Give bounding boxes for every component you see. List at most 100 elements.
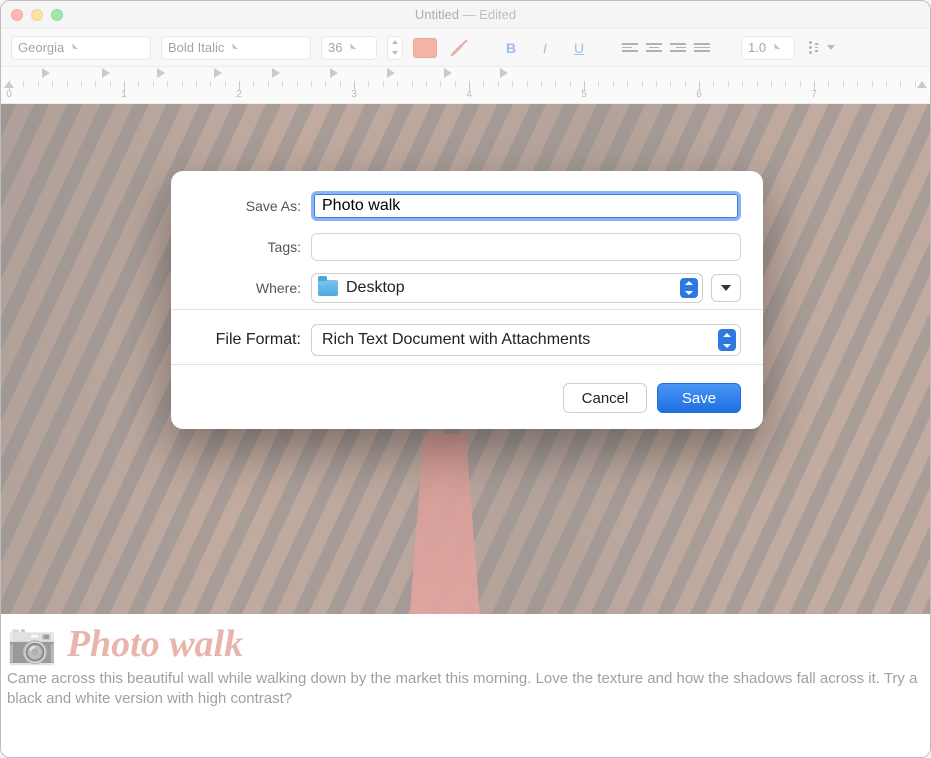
align-justify-button[interactable] [691,37,713,59]
ruler-tick [857,81,858,87]
ruler-tick [800,81,801,87]
tab-stop[interactable] [102,68,110,78]
ruler-tick [253,81,254,87]
ruler-tick [340,81,341,87]
ruler-tick [124,81,125,91]
underline-button[interactable]: U [567,36,591,60]
tab-stop[interactable] [157,68,165,78]
ruler-tick [368,81,369,87]
file-format-select[interactable]: Rich Text Document with Attachments [311,324,741,356]
tab-stop[interactable] [214,68,222,78]
ruler-tick [814,81,815,91]
ruler-tick [541,81,542,87]
ruler-tick [699,81,700,91]
updown-icon [680,278,698,298]
folder-icon [318,280,338,296]
ruler-tick [311,81,312,87]
font-style-select[interactable]: Bold Italic [161,36,311,60]
ruler-tick [828,81,829,87]
ruler-tick [498,81,499,87]
where-label: Where: [193,280,311,296]
tab-stop[interactable] [330,68,338,78]
ruler-tick [757,81,758,87]
line-spacing-value: 1.0 [748,40,766,55]
font-style-value: Bold Italic [168,40,224,55]
ruler-tick [138,81,139,87]
align-right-button[interactable] [667,37,689,59]
tab-stop[interactable] [42,68,50,78]
ruler-tick [95,81,96,87]
document-heading[interactable]: Photo walk [67,622,243,666]
save-as-field[interactable] [311,191,741,221]
where-location-select[interactable]: Desktop [311,273,703,303]
ruler-tick [570,81,571,87]
ruler-tick [785,81,786,87]
save-as-label: Save As: [193,198,311,214]
italic-button[interactable]: I [533,36,557,60]
ruler[interactable]: 01234567 [1,81,930,103]
font-size-up[interactable] [388,37,402,48]
where-location-value: Desktop [346,279,405,297]
ruler-tick [81,81,82,87]
tab-stop[interactable] [387,68,395,78]
tab-stop[interactable] [272,68,280,78]
camera-icon: 📷 [7,620,57,667]
save-button[interactable]: Save [657,383,741,413]
list-style-button[interactable] [805,36,839,60]
ruler-tick [268,81,269,87]
ruler-tick [555,81,556,87]
font-size-stepper[interactable] [387,36,403,60]
tags-label: Tags: [193,239,311,255]
ruler-tick [210,81,211,87]
expand-save-panel-button[interactable] [711,274,741,302]
font-size-select[interactable]: 36 [321,36,377,60]
ruler-tick [297,81,298,87]
align-left-button[interactable] [619,37,641,59]
ruler-area: 01234567 [1,67,930,104]
ruler-tick [38,81,39,87]
tab-stop[interactable] [444,68,452,78]
tags-field[interactable] [311,233,741,261]
format-toolbar: Georgia Bold Italic 36 B I U [1,29,930,67]
ruler-tick [872,81,873,87]
font-size-down[interactable] [388,48,402,59]
ruler-tick [900,81,901,87]
ruler-tick [742,81,743,87]
ruler-tick [886,81,887,87]
bold-button[interactable]: B [499,36,523,60]
ruler-tick [713,81,714,87]
line-spacing-select[interactable]: 1.0 [741,36,795,60]
text-color-swatch[interactable] [413,38,437,58]
alignment-group [619,37,713,59]
ruler-tick [455,81,456,87]
titlebar: Untitled — Edited [1,1,930,29]
ruler-tick [627,81,628,87]
document-edited-suffix: — Edited [459,7,516,22]
file-format-label: File Format: [193,331,301,349]
ruler-tick [915,81,916,87]
ruler-tick [483,81,484,87]
ruler-tick [167,81,168,87]
ruler-tick [397,81,398,87]
highlight-color-button[interactable] [447,36,471,60]
updown-icon [718,329,736,351]
divider [171,309,763,310]
ruler-tick [354,81,355,91]
ruler-tick [685,81,686,87]
ruler-tick [383,81,384,87]
ruler-tick [613,81,614,87]
right-indent-marker[interactable] [917,81,927,88]
ruler-tick [196,81,197,87]
save-dialog: Save As: Tags: Where: Desktop [171,171,763,429]
ruler-tick [527,81,528,87]
tab-stops-track[interactable] [1,67,930,81]
document-body-text[interactable]: Came across this beautiful wall while wa… [1,669,930,710]
font-family-select[interactable]: Georgia [11,36,151,60]
ruler-tick [642,81,643,87]
cancel-button[interactable]: Cancel [563,383,647,413]
align-center-button[interactable] [643,37,665,59]
ruler-tick [52,81,53,87]
app-window: Untitled — Edited Georgia Bold Italic 36… [0,0,931,758]
tab-stop[interactable] [500,68,508,78]
ruler-tick [110,81,111,87]
